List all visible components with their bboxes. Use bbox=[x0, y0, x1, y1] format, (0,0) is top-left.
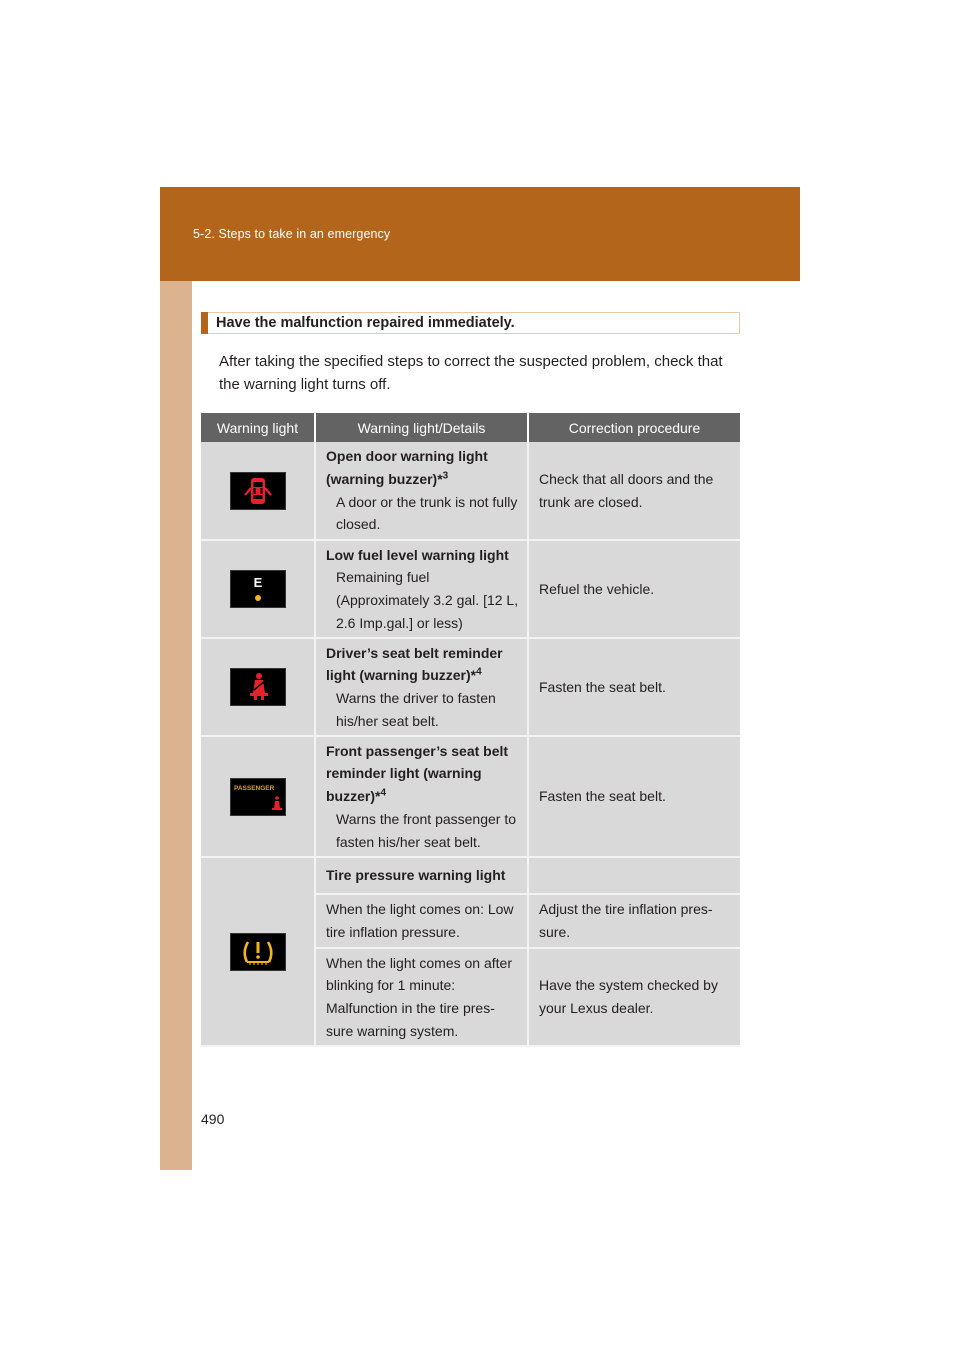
icon-cell bbox=[201, 638, 316, 737]
procedure-cell: Refuel the vehicle. bbox=[528, 540, 740, 639]
procedure-cell: Have the system checked by your Lexus de… bbox=[528, 948, 740, 1047]
intro-paragraph: After taking the specified steps to corr… bbox=[219, 353, 723, 393]
light-title: Driver’s seat belt reminder light (warni… bbox=[326, 644, 503, 684]
details-cell: Driver’s seat belt reminder light (warni… bbox=[315, 638, 529, 737]
passenger-seat-belt-icon: PASSENGER bbox=[229, 777, 286, 816]
icon-cell bbox=[201, 857, 316, 1047]
footnote-ref: 3 bbox=[442, 470, 449, 482]
tire-pressure-icon bbox=[229, 932, 286, 971]
header-warning-light: Warning light bbox=[201, 413, 316, 442]
light-detail: Warns the front passenger to fasten his/… bbox=[336, 810, 517, 850]
section-title: 5-2. Steps to take in an emergency bbox=[193, 227, 391, 241]
details-cell: Front passenger’s seat belt reminder lig… bbox=[315, 736, 529, 858]
section-header-band: 5-2. Steps to take in an emergency bbox=[160, 187, 800, 281]
icon-cell bbox=[201, 442, 316, 541]
page-number: 490 bbox=[201, 1111, 225, 1127]
procedure-cell: Fasten the seat belt. bbox=[528, 638, 740, 737]
table-row: E Low fuel level warning light Remaining… bbox=[201, 540, 740, 639]
low-fuel-icon: E bbox=[229, 570, 286, 608]
light-detail: A door or the trunk is not fully closed. bbox=[336, 493, 518, 533]
details-cell: Open door warning light (warning buzzer)… bbox=[315, 442, 529, 541]
details-cell: Low fuel level warning light Remaining f… bbox=[315, 540, 529, 639]
footnote-ref: 4 bbox=[476, 666, 482, 678]
condition-cell: When the light comes on: Low tire inflat… bbox=[315, 894, 529, 949]
table-row: Driver’s seat belt reminder light (warni… bbox=[201, 638, 740, 737]
passenger-icon-text: PASSENGER bbox=[234, 785, 275, 792]
open-door-icon bbox=[229, 471, 286, 510]
procedure-cell: Check that all doors and the trunk are c… bbox=[528, 442, 740, 541]
footnote-ref: 4 bbox=[380, 787, 387, 799]
procedure-cell bbox=[528, 857, 740, 895]
header-details: Warning light/Details bbox=[315, 413, 529, 442]
callout-box: Have the malfunction repaired immediatel… bbox=[201, 312, 740, 334]
side-strip bbox=[160, 281, 192, 1170]
seat-belt-icon bbox=[229, 668, 286, 706]
procedure-cell: Fasten the seat belt. bbox=[528, 736, 740, 858]
warning-light-table: Warning light Warning light/Details Corr… bbox=[201, 413, 740, 1047]
light-title: Open door warning light (warning buzzer)… bbox=[326, 448, 488, 487]
table-row: PASSENGER Front passenger’s seat belt re… bbox=[201, 736, 740, 858]
details-cell: Tire pressure warning light bbox=[315, 857, 529, 895]
table-row: Open door warning light (warning buzzer)… bbox=[201, 442, 740, 541]
light-title: Low fuel level warning light bbox=[326, 546, 509, 563]
callout-title: Have the malfunction repaired immediatel… bbox=[216, 315, 515, 331]
low-fuel-icon-text: E bbox=[253, 575, 262, 590]
header-correction: Correction procedure bbox=[528, 413, 740, 442]
icon-cell: PASSENGER bbox=[201, 736, 316, 858]
light-detail: Remaining fuel (Approximately 3.2 gal. [… bbox=[336, 569, 519, 631]
table-row: Tire pressure warning light bbox=[201, 857, 740, 1047]
procedure-cell: Adjust the tire inflation pres-sure. bbox=[528, 894, 740, 949]
icon-cell: E bbox=[201, 540, 316, 639]
light-title: Front passenger’s seat belt reminder lig… bbox=[326, 742, 509, 805]
condition-cell: When the light comes on after blinking f… bbox=[315, 948, 529, 1047]
table-header-row: Warning light Warning light/Details Corr… bbox=[201, 413, 740, 442]
light-title: Tire pressure warning light bbox=[326, 867, 506, 884]
light-detail: Warns the driver to fasten his/her seat … bbox=[336, 690, 496, 729]
callout-accent-bar bbox=[201, 312, 208, 334]
